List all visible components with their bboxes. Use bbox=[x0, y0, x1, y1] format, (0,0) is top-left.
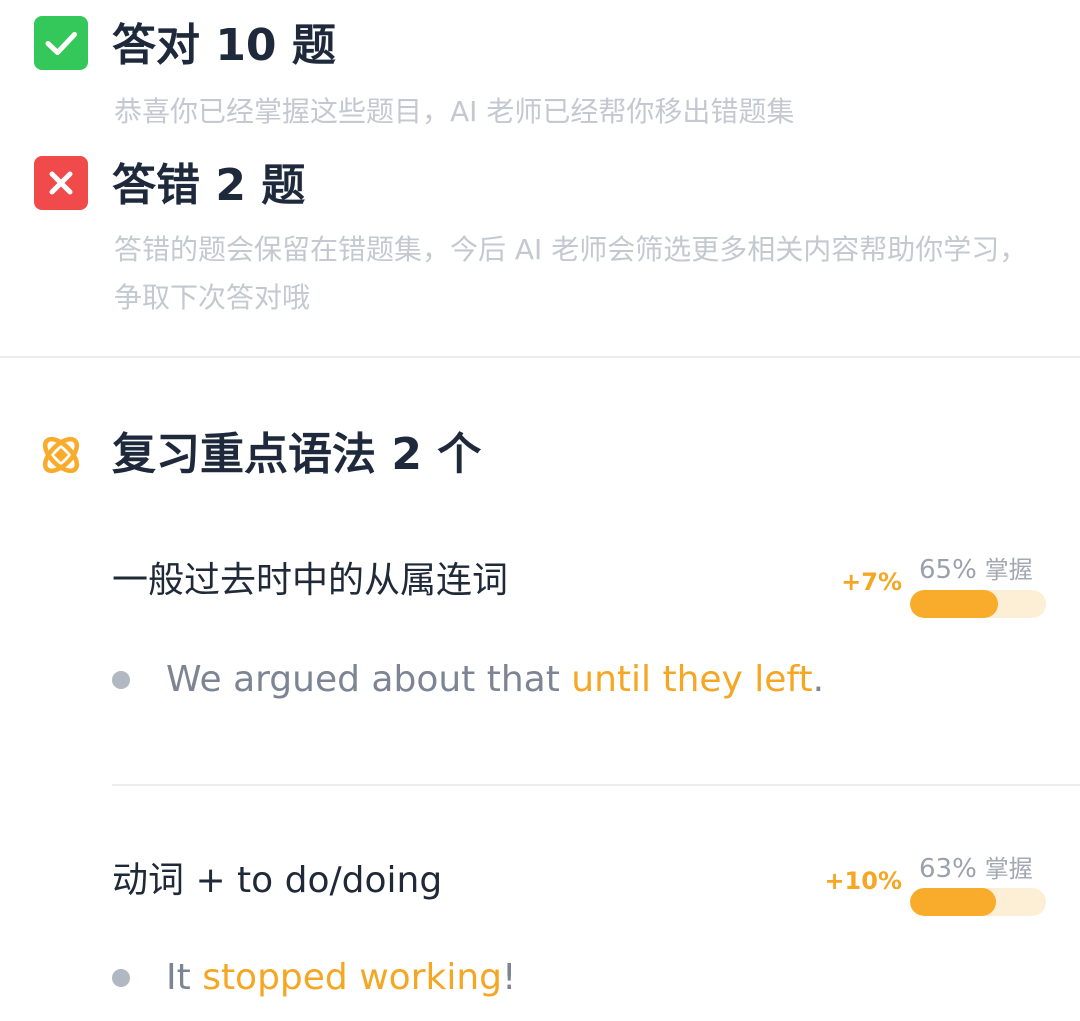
bullet-dot bbox=[112, 969, 130, 987]
check-icon bbox=[34, 16, 88, 70]
mastery-progress-bar bbox=[910, 888, 1046, 916]
mastery-delta: +10% bbox=[824, 867, 902, 895]
mastery-delta: +7% bbox=[841, 568, 902, 596]
correct-description: 恭喜你已经掌握这些题目，AI 老师已经帮你移出错题集 bbox=[114, 95, 795, 128]
mastery-percent: 63% 掌握 bbox=[919, 854, 1033, 884]
example-sentence: We argued about that until they left. bbox=[166, 659, 825, 700]
review-section-title: 复习重点语法 2 个 bbox=[112, 429, 482, 480]
mastery-progress-bar bbox=[910, 590, 1046, 618]
bullet-dot bbox=[112, 671, 130, 689]
example-sentence: It stopped working! bbox=[166, 957, 517, 998]
mastery-progress-fill bbox=[910, 590, 998, 618]
example-highlight: stopped working bbox=[202, 957, 503, 998]
knot-icon bbox=[34, 428, 88, 482]
wrong-description: 答错的题会保留在错题集，今后 AI 老师会筛选更多相关内容帮助你学习，争取下次答… bbox=[114, 233, 1028, 314]
grammar-item-title: 动词 + to do/doing bbox=[112, 860, 443, 901]
grammar-item-title: 一般过去时中的从属连词 bbox=[112, 560, 509, 601]
cross-icon bbox=[34, 156, 88, 210]
section-divider bbox=[0, 356, 1080, 358]
correct-count-title: 答对 10 题 bbox=[112, 20, 336, 71]
item-divider bbox=[112, 784, 1080, 786]
mastery-percent: 65% 掌握 bbox=[919, 555, 1033, 585]
wrong-count-title: 答错 2 题 bbox=[112, 160, 306, 211]
example-highlight: until they left bbox=[571, 659, 813, 700]
mastery-progress-fill bbox=[910, 888, 996, 916]
